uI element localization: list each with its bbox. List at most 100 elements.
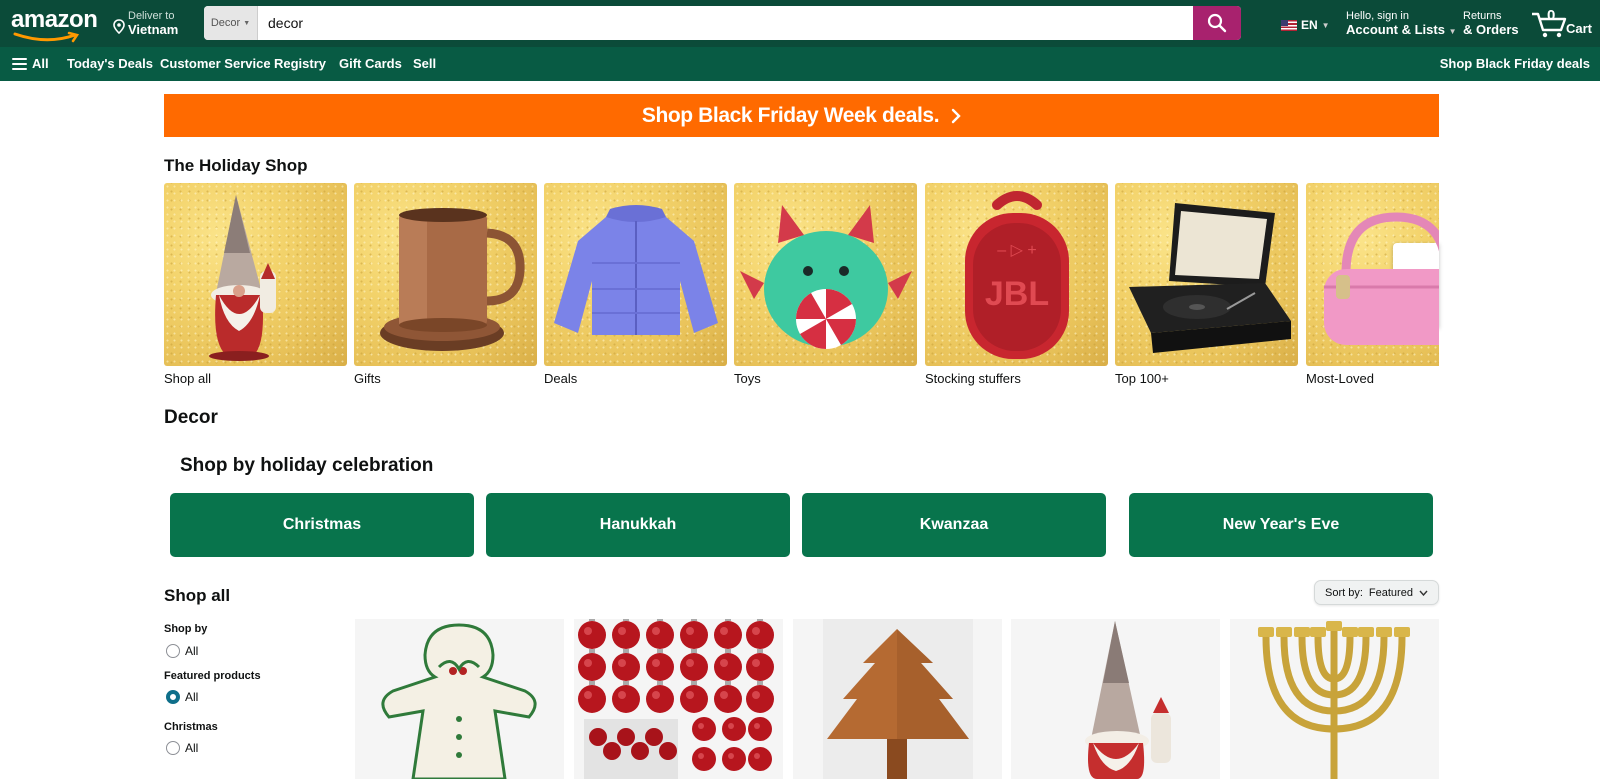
- svg-text:– ▷ +: – ▷ +: [997, 242, 1036, 259]
- portable-speaker-image: JBL – ▷ +: [965, 191, 1069, 359]
- chevron-right-icon: [951, 108, 961, 123]
- cart-label: Cart: [1566, 21, 1593, 36]
- filter-heading-shop-by: Shop by: [164, 623, 208, 635]
- nav-link-sell[interactable]: Sell: [413, 56, 436, 71]
- location-pin-icon: [113, 19, 125, 34]
- holiday-card-label: Most-Loved: [1306, 371, 1374, 386]
- banner-text: Shop Black Friday Week deals.: [641, 103, 940, 127]
- red-ornaments-image: [578, 619, 774, 779]
- radio-button[interactable]: [166, 644, 180, 658]
- gold-menorah-image: [1258, 621, 1410, 779]
- orders-label: & Orders: [1463, 22, 1519, 37]
- chevron-down-icon: [1419, 590, 1428, 596]
- sort-by-dropdown[interactable]: Sort by: Featured: [1314, 580, 1439, 605]
- nav-link-black-friday[interactable]: Shop Black Friday deals: [1440, 56, 1590, 71]
- account-lists-menu[interactable]: Hello, sign in Account & Lists ▼: [1346, 10, 1457, 37]
- logo-smile-icon: [13, 31, 80, 43]
- filter-heading-christmas: Christmas: [164, 721, 218, 733]
- shop-all-title: Shop all: [164, 586, 231, 605]
- wooden-tree-board-image: [823, 619, 973, 779]
- pink-handbag-image: [1324, 212, 1439, 345]
- holiday-card-image: [544, 183, 727, 366]
- returns-orders-link[interactable]: Returns & Orders: [1463, 10, 1519, 37]
- holiday-card-label: Top 100+: [1115, 371, 1169, 386]
- celebration-button-christmas[interactable]: Christmas: [170, 493, 474, 557]
- search-button[interactable]: [1193, 6, 1241, 40]
- holiday-card-shop-all[interactable]: Shop all: [164, 183, 347, 386]
- sort-by-value: Featured: [1368, 586, 1413, 599]
- top-header: amazon Deliver to Vietnam Decor ▼ EN ▼: [0, 0, 1600, 47]
- nav-link-todays-deals[interactable]: Today's Deals: [67, 56, 153, 71]
- holiday-card-image: JBL – ▷ +: [925, 183, 1108, 366]
- hamburger-icon: [12, 57, 27, 70]
- nav-link-registry[interactable]: Registry: [274, 56, 326, 71]
- account-lists-text: Account & Lists: [1346, 22, 1445, 37]
- product-tile-gingerbread-plate[interactable]: [355, 619, 564, 779]
- holiday-card-label: Deals: [544, 371, 578, 386]
- account-lists-label: Account & Lists ▼: [1346, 22, 1457, 37]
- puffer-jacket-image: [554, 205, 718, 335]
- caret-down-icon: ▼: [1448, 27, 1457, 36]
- cart-count: 0: [1547, 7, 1556, 24]
- product-tile-menorah[interactable]: [1230, 619, 1439, 779]
- sort-by-label: Sort by:: [1325, 586, 1363, 599]
- holiday-card-toys[interactable]: Toys: [734, 183, 917, 386]
- smart-mug-image: [380, 208, 525, 351]
- filter-option-label: All: [185, 644, 199, 658]
- gnome-figurine-image: [1085, 621, 1171, 779]
- holiday-card-image: [1306, 183, 1439, 366]
- celebration-button-kwanzaa[interactable]: Kwanzaa: [802, 493, 1106, 557]
- logo-text: amazon: [11, 6, 98, 33]
- black-friday-banner[interactable]: Shop Black Friday Week deals.: [164, 94, 1439, 137]
- holiday-shop-carousel: Shop all Gifts Deals Toys JBL – ▷ + Stoc…: [164, 183, 1439, 393]
- language-selector[interactable]: EN ▼: [1281, 18, 1330, 32]
- svg-text:JBL: JBL: [985, 275, 1049, 313]
- celebration-title: Shop by holiday celebration: [180, 455, 434, 476]
- filter-option-label: All: [185, 741, 199, 755]
- holiday-card-image: [734, 183, 917, 366]
- holiday-shop-title: The Holiday Shop: [164, 156, 308, 175]
- gnome-figurine-image: [209, 195, 276, 361]
- search-department-select[interactable]: Decor ▼: [204, 6, 258, 40]
- holiday-card-label: Gifts: [354, 371, 381, 386]
- celebration-button-new-years-eve[interactable]: New Year's Eve: [1129, 493, 1433, 557]
- holiday-card-deals[interactable]: Deals: [544, 183, 727, 386]
- holiday-card-top-100[interactable]: Top 100+: [1115, 183, 1298, 386]
- holiday-card-label: Shop all: [164, 371, 211, 386]
- celebration-button-hanukkah[interactable]: Hanukkah: [486, 493, 790, 557]
- gingerbread-plate-image: [381, 623, 537, 779]
- holiday-card-label: Toys: [734, 371, 761, 386]
- amazon-logo[interactable]: amazon: [11, 6, 98, 43]
- holiday-card-image: [354, 183, 537, 366]
- search-icon: [1207, 13, 1227, 33]
- decor-title: Decor: [164, 407, 218, 428]
- radio-button[interactable]: [166, 741, 180, 755]
- search-bar: Decor ▼: [204, 6, 1241, 40]
- filter-option-featured-all[interactable]: All: [166, 690, 198, 704]
- plush-toy-image: [740, 205, 912, 349]
- product-tile-tree-board[interactable]: [793, 619, 1002, 779]
- nav-bar: All Today's Deals Customer Service Regis…: [0, 47, 1600, 81]
- product-tile-gnome-figurine[interactable]: [1011, 619, 1220, 779]
- holiday-card-label: Stocking stuffers: [925, 371, 1021, 386]
- cart-button[interactable]: 0 Cart: [1531, 7, 1593, 41]
- nav-link-customer-service[interactable]: Customer Service: [160, 56, 271, 71]
- filter-option-shop-by-all[interactable]: All: [166, 644, 198, 658]
- chevron-down-icon: ▼: [243, 19, 251, 27]
- product-tile-ornament-set[interactable]: [574, 619, 783, 779]
- holiday-card-stocking-stuffers[interactable]: JBL – ▷ + Stocking stuffers: [925, 183, 1108, 386]
- search-input[interactable]: [258, 6, 1193, 40]
- filter-option-label: All: [185, 690, 199, 704]
- nav-link-gift-cards[interactable]: Gift Cards: [339, 56, 402, 71]
- record-player-image: [1129, 203, 1291, 353]
- caret-down-icon: ▼: [1321, 20, 1330, 30]
- filter-heading-featured-products: Featured products: [164, 670, 261, 682]
- all-menu-label: All: [32, 56, 49, 71]
- holiday-card-gifts[interactable]: Gifts: [354, 183, 537, 386]
- holiday-card-most-loved[interactable]: Most-Loved: [1306, 183, 1439, 386]
- us-flag-icon: [1281, 19, 1297, 31]
- radio-button-selected[interactable]: [166, 690, 180, 704]
- all-menu-button[interactable]: All: [12, 56, 49, 71]
- deliver-label: Deliver to: [128, 10, 175, 22]
- filter-option-christmas-all[interactable]: All: [166, 741, 198, 755]
